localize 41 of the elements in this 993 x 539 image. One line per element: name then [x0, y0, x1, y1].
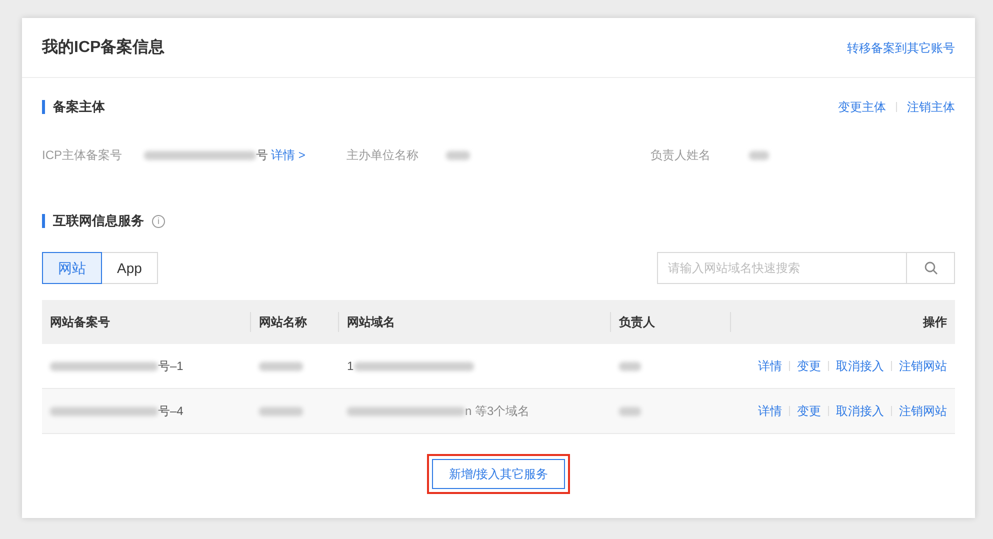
column-header: 负责人 [619, 314, 655, 331]
table-cell-text: 1 [347, 358, 354, 375]
column-header: 网站名称 [259, 314, 307, 331]
blurred-text [619, 406, 641, 416]
action-link[interactable]: 变更 [797, 402, 821, 420]
tab[interactable]: 网站 [42, 252, 102, 284]
action-link[interactable]: 注销网站 [899, 402, 947, 420]
action-link[interactable]: 取消接入 [836, 357, 884, 375]
blurred-text [619, 362, 641, 370]
blurred-text [259, 362, 303, 370]
field-value: 号 [256, 147, 268, 164]
table-cell-text: 号–1 [158, 358, 184, 375]
action-link[interactable]: 变更主体 [838, 98, 886, 116]
action-link[interactable]: 详情 [758, 357, 782, 375]
search-icon[interactable] [924, 261, 938, 275]
blurred-text [446, 150, 470, 160]
transfer-link[interactable]: 转移备案到其它账号 [847, 38, 955, 56]
column-header: 网站域名 [347, 314, 395, 331]
info-icon: i [152, 214, 165, 228]
blurred-text [748, 150, 769, 160]
search-field[interactable]: 请输入网站域名快速搜索 [657, 252, 907, 284]
details-link[interactable]: 详情 > [271, 146, 306, 164]
column-header: 操作 [923, 314, 947, 331]
action-link[interactable]: 注销网站 [899, 357, 947, 375]
section-title: 互联网信息服务 [42, 214, 144, 228]
field-label: 负责人姓名 [650, 147, 712, 164]
action-link[interactable]: 变更 [797, 357, 821, 375]
section-title: 备案主体 [42, 100, 105, 114]
page-title: 我的ICP备案信息 [42, 37, 165, 58]
tab[interactable]: App [101, 252, 158, 284]
action-link[interactable]: 详情 [758, 402, 782, 420]
table-cell-text: n 等3个域名 [465, 403, 530, 420]
field-label: 主办单位名称 [346, 147, 420, 164]
field-label: ICP主体备案号 [42, 147, 124, 164]
action-link[interactable]: 取消接入 [836, 402, 884, 420]
blurred-text [259, 406, 303, 416]
column-header: 网站备案号 [50, 314, 110, 331]
table-cell-text: 号–4 [158, 403, 184, 420]
add-service-button[interactable]: 新增/接入其它服务 [432, 459, 566, 489]
action-link[interactable]: 注销主体 [907, 98, 955, 116]
search-button[interactable] [906, 252, 955, 284]
